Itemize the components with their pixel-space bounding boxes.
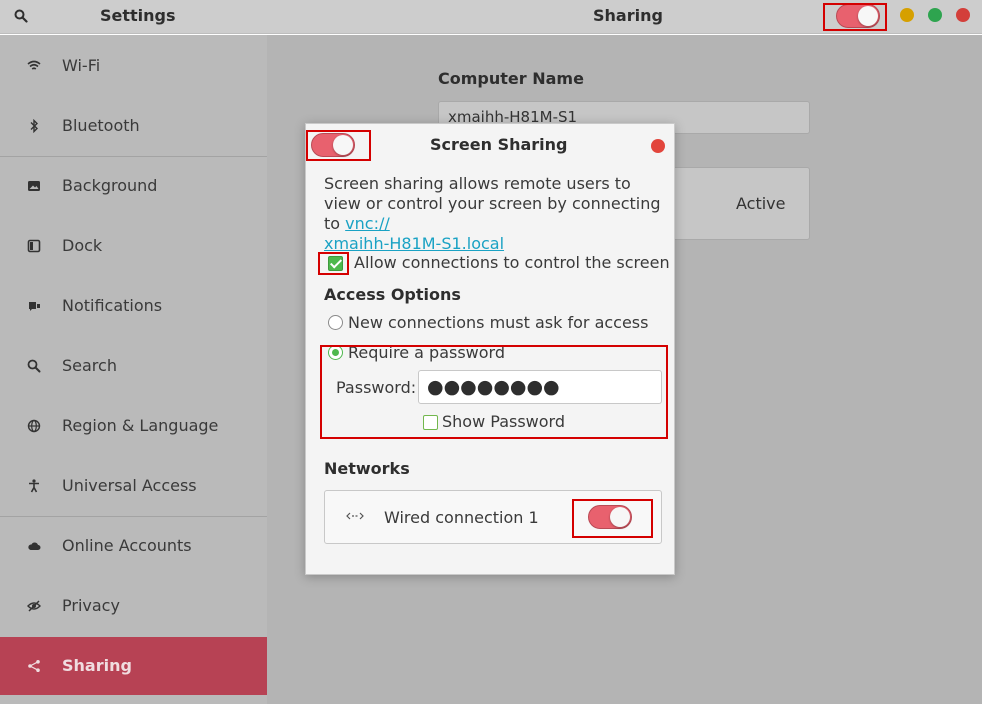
sidebar-item-background[interactable]: Background bbox=[0, 157, 267, 215]
share-icon bbox=[26, 658, 42, 674]
search-icon[interactable] bbox=[12, 7, 30, 25]
sidebar-item-label: Bluetooth bbox=[62, 116, 140, 135]
require-password-label: Require a password bbox=[348, 343, 505, 362]
status-badge: Active bbox=[736, 194, 786, 213]
globe-icon bbox=[26, 418, 42, 434]
wifi-icon bbox=[26, 58, 42, 74]
sidebar-item-online-accounts[interactable]: Online Accounts bbox=[0, 517, 267, 575]
sidebar-item-label: Privacy bbox=[62, 596, 120, 615]
background-icon bbox=[26, 178, 42, 194]
networks-heading: Networks bbox=[324, 459, 410, 478]
toggle-switch[interactable] bbox=[311, 133, 355, 157]
allow-control-checkbox[interactable] bbox=[328, 256, 343, 271]
sidebar-item-universal-access[interactable]: Universal Access bbox=[0, 457, 267, 515]
maximize-button[interactable] bbox=[928, 8, 942, 22]
wired-network-icon bbox=[346, 509, 364, 523]
notifications-icon bbox=[26, 298, 42, 314]
sidebar-item-label: Dock bbox=[62, 236, 103, 255]
universal-access-icon bbox=[26, 478, 42, 494]
vnc-link[interactable]: vnc:// bbox=[345, 214, 390, 233]
search-icon bbox=[26, 358, 42, 374]
sidebar-item-label: Background bbox=[62, 176, 158, 195]
sidebar-item-label: Wi-Fi bbox=[62, 56, 101, 75]
sharing-master-toggle[interactable] bbox=[836, 4, 880, 28]
toggle-knob bbox=[333, 135, 353, 155]
require-password-radio[interactable] bbox=[328, 345, 343, 360]
sidebar-item-label: Universal Access bbox=[62, 476, 197, 495]
network-name: Wired connection 1 bbox=[384, 508, 539, 527]
dialog-close-button[interactable] bbox=[651, 139, 665, 153]
sidebar-item-sharing[interactable]: Sharing bbox=[0, 637, 267, 695]
sidebar-item-region-language[interactable]: Region & Language bbox=[0, 397, 267, 455]
toggle-knob bbox=[858, 6, 878, 26]
toggle-switch[interactable] bbox=[836, 4, 880, 28]
password-label: Password: bbox=[336, 378, 417, 397]
header-bar: Settings Sharing bbox=[0, 0, 982, 34]
toggle-knob bbox=[610, 507, 630, 527]
show-password-checkbox[interactable] bbox=[423, 415, 438, 430]
page-title: Sharing bbox=[593, 6, 663, 25]
sidebar-item-label: Notifications bbox=[62, 296, 163, 315]
toggle-switch[interactable] bbox=[588, 505, 632, 529]
dialog-description: Screen sharing allows remote users to vi… bbox=[324, 174, 669, 254]
access-options-heading: Access Options bbox=[324, 285, 461, 304]
screen-sharing-toggle[interactable] bbox=[311, 133, 355, 157]
password-input[interactable]: ●●●●●●●● bbox=[418, 370, 662, 404]
sidebar: Wi-Fi Bluetooth Background Dock Notifica… bbox=[0, 35, 267, 704]
minimize-button[interactable] bbox=[900, 8, 914, 22]
privacy-icon bbox=[26, 598, 42, 614]
ask-access-label: New connections must ask for access bbox=[348, 313, 649, 332]
sidebar-item-label: Region & Language bbox=[62, 416, 219, 435]
bluetooth-icon bbox=[26, 118, 42, 134]
settings-title: Settings bbox=[100, 6, 176, 25]
sidebar-item-search[interactable]: Search bbox=[0, 337, 267, 395]
sidebar-item-label: Online Accounts bbox=[62, 536, 192, 555]
vnc-link-host[interactable]: xmaihh-H81M-S1.local bbox=[324, 234, 504, 253]
dock-icon bbox=[26, 238, 42, 254]
sidebar-item-dock[interactable]: Dock bbox=[0, 217, 267, 275]
computer-name-label: Computer Name bbox=[438, 69, 584, 88]
cloud-icon bbox=[26, 538, 42, 554]
close-button[interactable] bbox=[956, 8, 970, 22]
sidebar-item-wifi[interactable]: Wi-Fi bbox=[0, 37, 267, 95]
sidebar-item-label: Search bbox=[62, 356, 117, 375]
sidebar-item-bluetooth[interactable]: Bluetooth bbox=[0, 97, 267, 155]
show-password-label: Show Password bbox=[442, 412, 565, 431]
allow-control-label: Allow connections to control the screen bbox=[354, 253, 670, 272]
ask-access-radio[interactable] bbox=[328, 315, 343, 330]
network-toggle[interactable] bbox=[588, 505, 632, 529]
dialog-title: Screen Sharing bbox=[430, 135, 568, 154]
sidebar-item-privacy[interactable]: Privacy bbox=[0, 577, 267, 635]
sidebar-item-notifications[interactable]: Notifications bbox=[0, 277, 267, 335]
sidebar-item-label: Sharing bbox=[62, 656, 132, 675]
